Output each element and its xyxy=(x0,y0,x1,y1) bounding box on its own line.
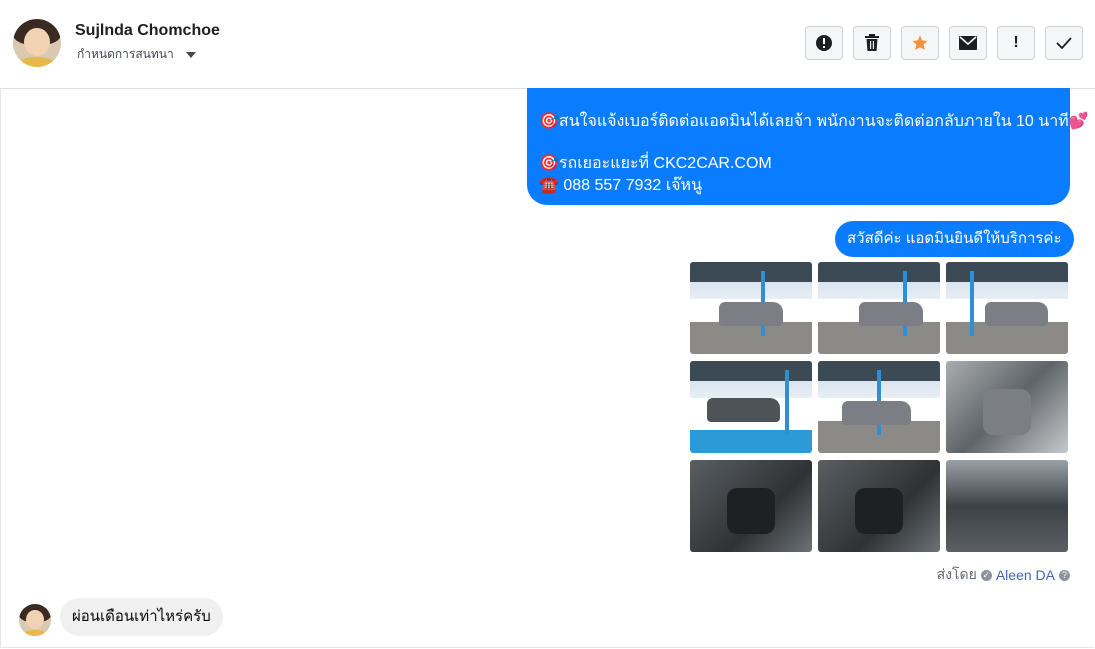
done-button[interactable] xyxy=(1045,26,1083,60)
star-icon xyxy=(912,35,928,50)
car-interior-photo[interactable] xyxy=(818,460,940,552)
exclamation-icon: ! xyxy=(1013,34,1019,51)
car-interior-photo[interactable] xyxy=(690,460,812,552)
message-line: ☎️ 088 557 7932 เจ๊หนู xyxy=(539,177,703,194)
verified-icon: ✓ xyxy=(980,569,992,581)
schedule-label: กำหนดการสนทนา xyxy=(77,47,174,61)
conversation-header: Sujlnda Chomchoe กำหนดการสนทนา ! xyxy=(0,0,1095,89)
car-photo[interactable] xyxy=(946,262,1068,354)
incoming-message[interactable]: ผ่อนเดือนเท่าไหร่ครับ xyxy=(60,598,223,636)
alert-circle-icon xyxy=(816,35,832,51)
car-photo[interactable] xyxy=(690,262,812,354)
delete-button[interactable] xyxy=(853,26,891,60)
sent-by-info: ส่งโดย ✓ Aleen DA ? xyxy=(937,564,1070,586)
car-photo[interactable] xyxy=(690,361,812,453)
priority-button[interactable]: ! xyxy=(997,26,1035,60)
contact-avatar-small[interactable] xyxy=(19,604,51,636)
star-button[interactable] xyxy=(901,26,939,60)
car-interior-photo[interactable] xyxy=(946,361,1068,453)
contact-avatar[interactable] xyxy=(13,19,61,67)
car-photo[interactable] xyxy=(818,361,940,453)
spam-button[interactable] xyxy=(805,26,843,60)
conversation-schedule-dropdown[interactable]: กำหนดการสนทนา xyxy=(77,45,196,64)
envelope-icon xyxy=(959,36,977,50)
help-icon[interactable]: ? xyxy=(1059,569,1070,581)
contact-name[interactable]: Sujlnda Chomchoe xyxy=(75,22,220,40)
outgoing-greeting-message[interactable]: สวัสดีค่ะ แอดมินยินดีให้บริการค่ะ xyxy=(835,221,1074,257)
mail-button[interactable] xyxy=(949,26,987,60)
outgoing-message[interactable]: 🎯สนใจแจ้งเบอร์ติดต่อแอดมินได้เลยจ้า พนัก… xyxy=(527,88,1089,205)
check-icon xyxy=(1056,37,1072,49)
message-line: 🎯สนใจแจ้งเบอร์ติดต่อแอดมินได้เลยจ้า พนัก… xyxy=(539,113,1089,130)
message-line: 🎯รถเยอะแยะที่ CKC2CAR.COM xyxy=(539,155,772,172)
chevron-down-icon xyxy=(185,51,196,58)
trash-icon xyxy=(865,34,879,51)
sent-by-label: ส่งโดย xyxy=(936,566,977,582)
engine-bay-photo[interactable] xyxy=(946,460,1068,552)
car-photo[interactable] xyxy=(818,262,940,354)
sender-name-link[interactable]: Aleen DA xyxy=(996,567,1055,583)
